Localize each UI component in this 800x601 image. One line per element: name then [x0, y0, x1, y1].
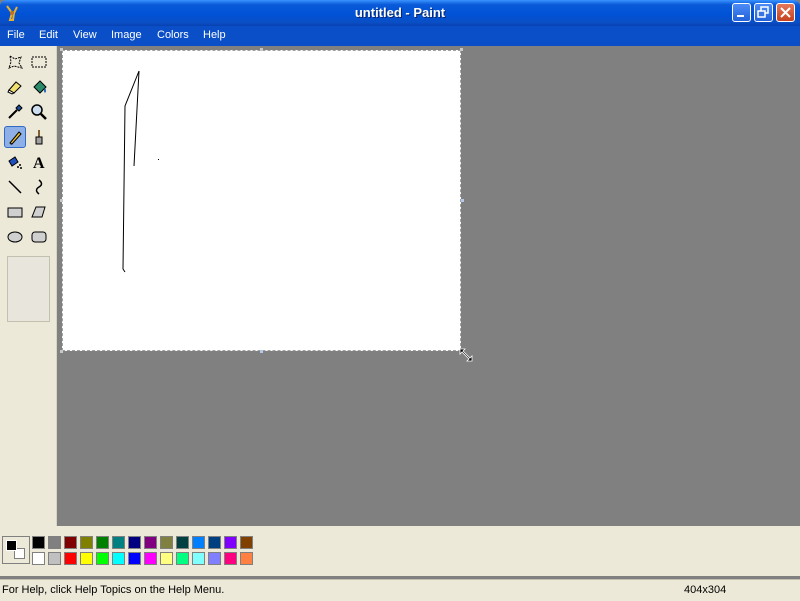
color-swatch[interactable] [160, 536, 173, 549]
current-colors[interactable] [2, 536, 30, 564]
tool-text[interactable]: A [28, 151, 50, 173]
pick-color-icon [8, 104, 23, 119]
color-swatch[interactable] [48, 536, 61, 549]
menu-help[interactable]: Help [203, 29, 226, 41]
resize-handle-middle-right[interactable] [461, 199, 464, 202]
fill-bucket-icon [33, 80, 47, 94]
svg-text:A: A [33, 155, 45, 171]
curve-icon [35, 179, 43, 195]
text-icon: A [33, 155, 45, 171]
resize-handle-bottom-left [60, 350, 63, 353]
drawing-canvas[interactable] [62, 50, 461, 351]
color-swatch[interactable] [128, 536, 141, 549]
resize-cursor-icon [459, 348, 473, 362]
tool-airbrush[interactable] [4, 151, 26, 173]
menu-view[interactable]: View [73, 29, 97, 41]
minimize-button[interactable] [732, 3, 751, 22]
tool-polygon[interactable] [28, 201, 50, 223]
minimize-icon [737, 15, 744, 17]
tool-eraser[interactable] [4, 76, 26, 98]
free-form-select-icon [8, 55, 24, 69]
menu-image[interactable]: Image [111, 29, 142, 41]
menu-bar: File Edit View Image Colors Help [0, 26, 800, 46]
color-swatch[interactable] [144, 536, 157, 549]
color-swatch[interactable] [80, 552, 93, 565]
color-swatch[interactable] [64, 552, 77, 565]
restore-button[interactable] [754, 3, 773, 22]
resize-handle-top-right [460, 48, 463, 51]
tool-ellipse[interactable] [4, 226, 26, 248]
color-swatch[interactable] [240, 536, 253, 549]
color-swatch[interactable] [32, 536, 45, 549]
color-swatch[interactable] [224, 552, 237, 565]
color-swatch[interactable] [48, 552, 61, 565]
color-swatch[interactable] [176, 536, 189, 549]
canvas-drawing [122, 70, 159, 273]
color-swatch[interactable] [192, 552, 205, 565]
tool-fill[interactable] [28, 76, 50, 98]
eraser-icon [7, 81, 22, 95]
tool-pick-color[interactable] [4, 101, 26, 123]
tool-rectangle[interactable] [4, 201, 26, 223]
color-palette [0, 526, 800, 576]
toolbox: A [0, 46, 57, 526]
color-swatch[interactable] [128, 552, 141, 565]
resize-handle-top-center [260, 48, 263, 51]
select-icon [31, 56, 47, 68]
canvas-size-readout: 404x304 [684, 584, 727, 596]
color-swatch[interactable] [96, 536, 109, 549]
color-swatch[interactable] [64, 536, 77, 549]
polygon-icon [31, 206, 46, 218]
color-swatch[interactable] [112, 536, 125, 549]
color-swatch[interactable] [208, 552, 221, 565]
tool-pencil[interactable] [4, 126, 26, 148]
color-swatch[interactable] [240, 552, 253, 565]
resize-handle-bottom-center[interactable] [260, 350, 263, 353]
color-swatch[interactable] [176, 552, 189, 565]
color-swatch[interactable] [32, 552, 45, 565]
resize-handle-top-left [60, 48, 63, 51]
tool-line[interactable] [4, 176, 26, 198]
window-title: untitled - Paint [354, 5, 446, 20]
color-swatch[interactable] [160, 552, 173, 565]
color-swatch[interactable] [192, 536, 205, 549]
menu-colors[interactable]: Colors [157, 29, 189, 41]
ellipse-icon [7, 231, 23, 243]
resize-handle-middle-left [60, 199, 63, 202]
magnifier-icon [31, 104, 47, 120]
foreground-color-swatch[interactable] [6, 540, 17, 551]
color-swatch[interactable] [144, 552, 157, 565]
restore-icon [757, 6, 769, 18]
tool-magnifier[interactable] [28, 101, 50, 123]
tool-free-form-select[interactable] [4, 51, 26, 73]
menu-file[interactable]: File [7, 29, 25, 41]
menu-edit[interactable]: Edit [39, 29, 58, 41]
color-swatch[interactable] [224, 536, 237, 549]
line-icon [8, 180, 22, 194]
brush-icon [35, 130, 43, 145]
rectangle-icon [7, 207, 23, 218]
pencil-icon [9, 131, 22, 145]
status-help-text: For Help, click Help Topics on the Help … [2, 584, 225, 596]
tool-rounded-rectangle[interactable] [28, 226, 50, 248]
title-bar[interactable]: untitled - Paint [0, 0, 800, 26]
color-swatch[interactable] [80, 536, 93, 549]
tool-select[interactable] [28, 51, 50, 73]
status-bar: For Help, click Help Topics on the Help … [0, 579, 800, 601]
tool-options-box[interactable] [7, 256, 50, 322]
color-swatch[interactable] [112, 552, 125, 565]
close-button[interactable] [776, 3, 795, 22]
close-icon [780, 7, 791, 18]
airbrush-icon [8, 156, 22, 169]
tool-brush[interactable] [28, 126, 50, 148]
color-swatch[interactable] [96, 552, 109, 565]
color-swatch[interactable] [208, 536, 221, 549]
tool-curve[interactable] [28, 176, 50, 198]
rounded-rectangle-icon [31, 231, 47, 243]
